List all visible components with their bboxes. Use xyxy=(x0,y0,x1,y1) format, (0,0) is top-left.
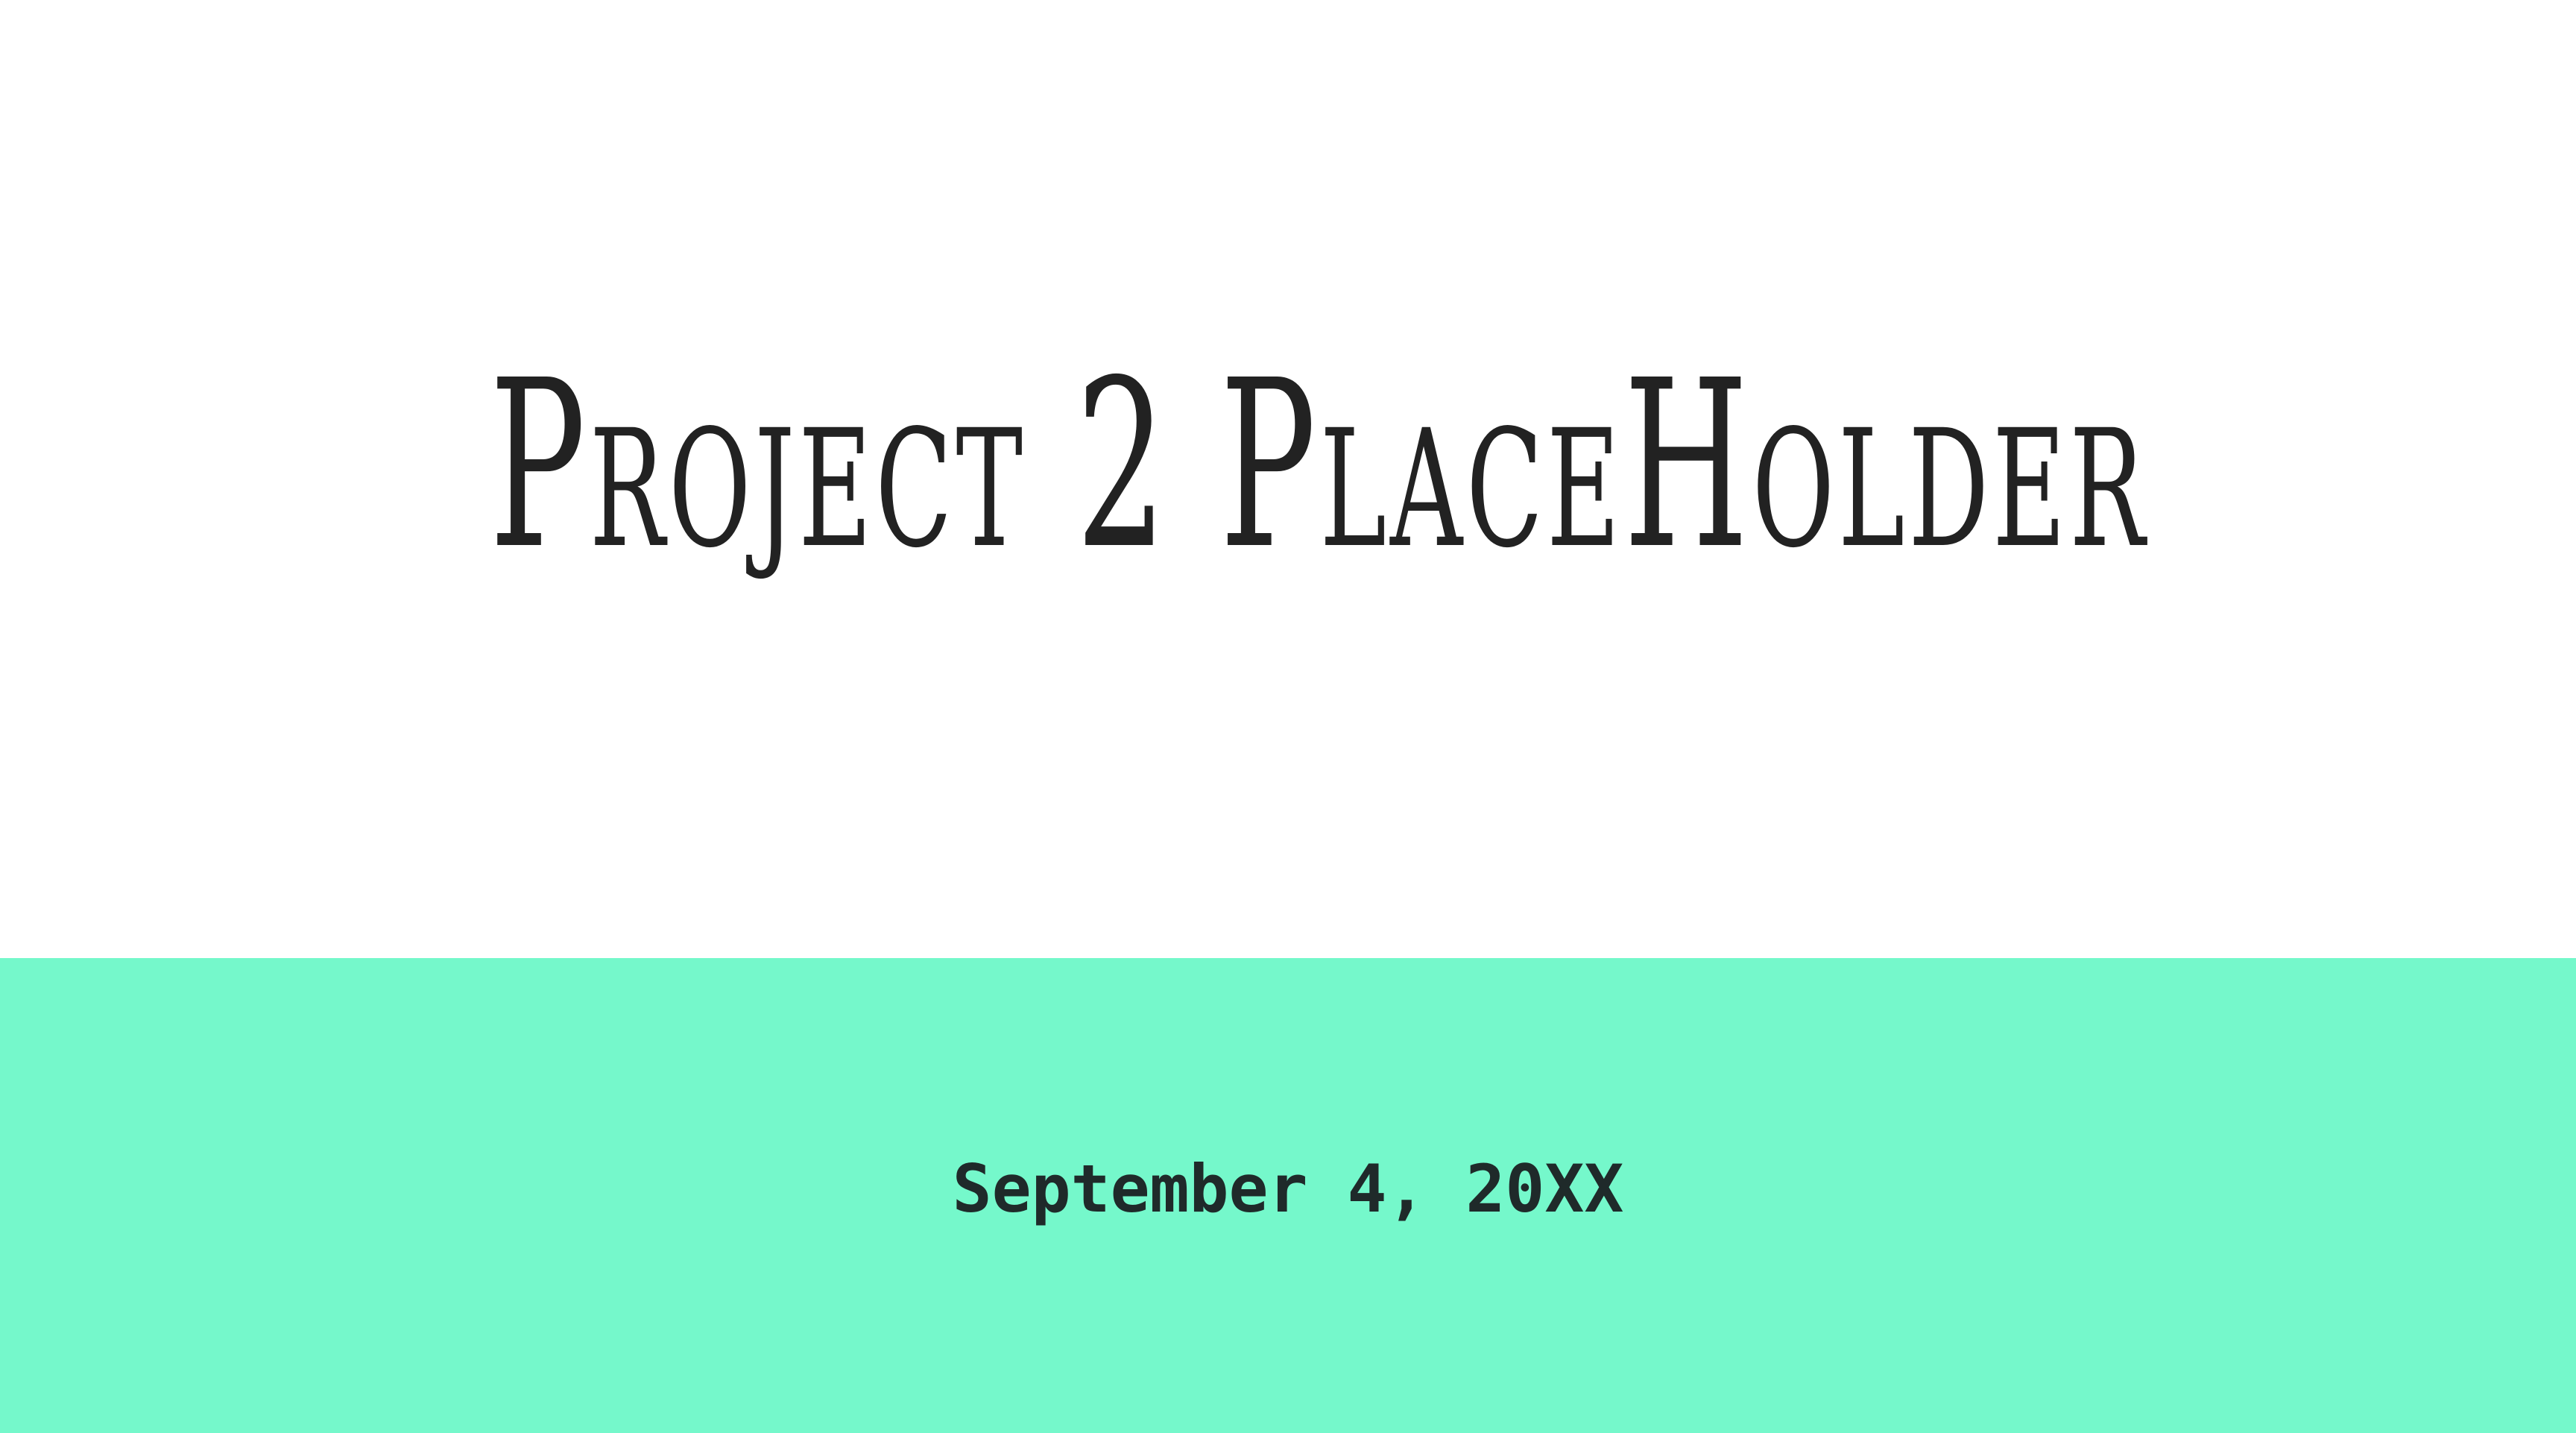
title-area: Project 2 PlaceHolder xyxy=(0,0,2576,958)
slide-title[interactable]: Project 2 PlaceHolder xyxy=(490,332,2145,600)
slide-subtitle-date[interactable]: September 4, 20XX xyxy=(0,1148,2576,1230)
title-slide: Project 2 PlaceHolder September 4, 20XX xyxy=(0,0,2576,1433)
